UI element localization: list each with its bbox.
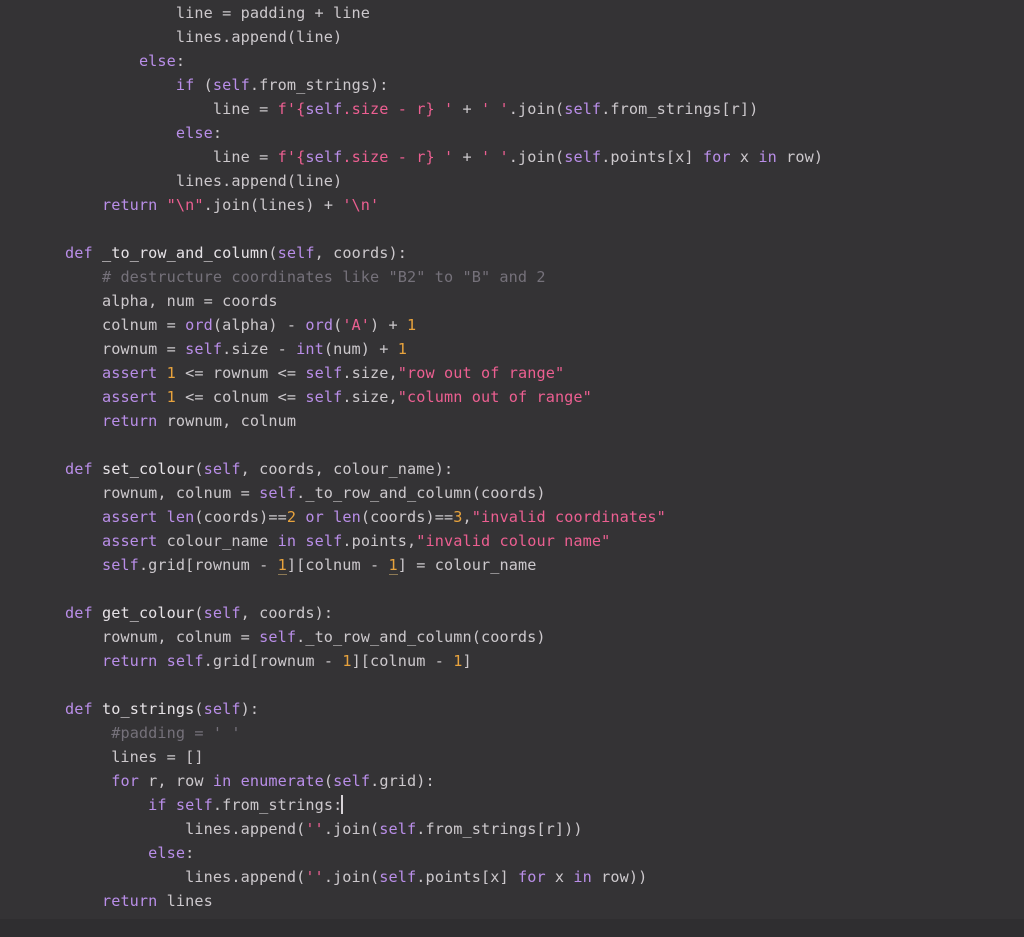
- code-line-with-cursor[interactable]: if self.from_strings:: [0, 793, 1024, 817]
- code-line[interactable]: line = padding + line: [0, 1, 1024, 25]
- code-editor[interactable]: line = padding + line lines.append(line)…: [0, 0, 1024, 937]
- code-line[interactable]: lines.append(line): [0, 25, 1024, 49]
- code-line[interactable]: rownum, colnum = self._to_row_and_column…: [0, 625, 1024, 649]
- code-line[interactable]: assert 1 <= rownum <= self.size,"row out…: [0, 361, 1024, 385]
- code-line[interactable]: lines.append(''.join(self.from_strings[r…: [0, 817, 1024, 841]
- code-line[interactable]: else:: [0, 841, 1024, 865]
- code-line[interactable]: line = f'{self.size - r} ' + ' '.join(se…: [0, 145, 1024, 169]
- text-cursor: [341, 795, 344, 814]
- code-line-blank[interactable]: [0, 217, 1024, 241]
- code-line[interactable]: # destructure coordinates like "B2" to "…: [0, 265, 1024, 289]
- code-line[interactable]: #padding = ' ': [0, 721, 1024, 745]
- code-line[interactable]: lines.append(''.join(self.points[x] for …: [0, 865, 1024, 889]
- code-line[interactable]: assert len(coords)==2 or len(coords)==3,…: [0, 505, 1024, 529]
- code-line[interactable]: return lines: [0, 889, 1024, 913]
- code-line-blank[interactable]: [0, 673, 1024, 697]
- code-line[interactable]: if (self.from_strings):: [0, 73, 1024, 97]
- code-line[interactable]: lines = []: [0, 745, 1024, 769]
- code-line[interactable]: self.grid[rownum - 1][colnum - 1] = colo…: [0, 553, 1024, 577]
- code-line[interactable]: return rownum, colnum: [0, 409, 1024, 433]
- code-line[interactable]: rownum, colnum = self._to_row_and_column…: [0, 481, 1024, 505]
- code-line[interactable]: def _to_row_and_column(self, coords):: [0, 241, 1024, 265]
- code-line[interactable]: def to_strings(self):: [0, 697, 1024, 721]
- code-text-area[interactable]: line = padding + line lines.append(line)…: [0, 0, 1024, 937]
- code-line[interactable]: assert colour_name in self.points,"inval…: [0, 529, 1024, 553]
- editor-bottom-strip: [0, 919, 1024, 937]
- code-line[interactable]: alpha, num = coords: [0, 289, 1024, 313]
- code-line[interactable]: def get_colour(self, coords):: [0, 601, 1024, 625]
- code-line-blank[interactable]: [0, 577, 1024, 601]
- code-line[interactable]: lines.append(line): [0, 169, 1024, 193]
- code-line[interactable]: rownum = self.size - int(num) + 1: [0, 337, 1024, 361]
- code-line[interactable]: else:: [0, 121, 1024, 145]
- code-line[interactable]: assert 1 <= colnum <= self.size,"column …: [0, 385, 1024, 409]
- code-line[interactable]: line = f'{self.size - r} ' + ' '.join(se…: [0, 97, 1024, 121]
- code-line[interactable]: def set_colour(self, coords, colour_name…: [0, 457, 1024, 481]
- code-line[interactable]: return self.grid[rownum - 1][colnum - 1]: [0, 649, 1024, 673]
- code-line[interactable]: for r, row in enumerate(self.grid):: [0, 769, 1024, 793]
- code-line[interactable]: return "\n".join(lines) + '\n': [0, 193, 1024, 217]
- code-line-blank[interactable]: [0, 433, 1024, 457]
- code-line[interactable]: colnum = ord(alpha) - ord('A') + 1: [0, 313, 1024, 337]
- code-line[interactable]: else:: [0, 49, 1024, 73]
